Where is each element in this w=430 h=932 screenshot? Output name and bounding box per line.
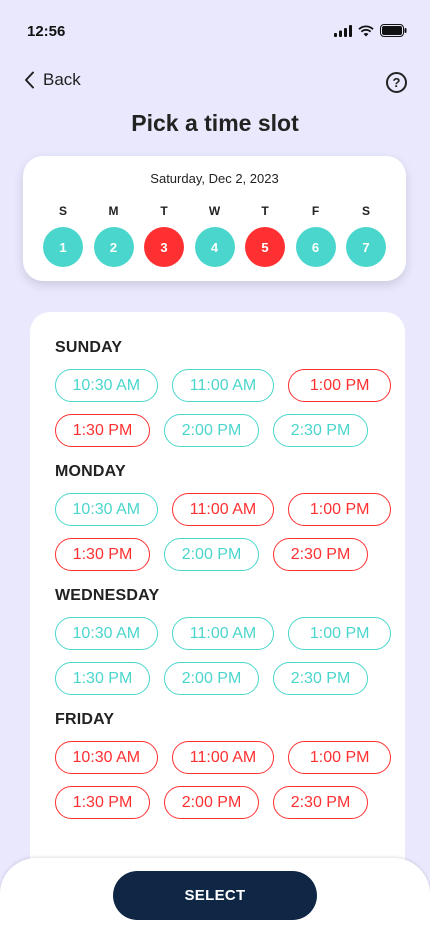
day-column: W4 [194, 204, 235, 267]
day-letter: T [160, 204, 168, 218]
help-icon[interactable]: ? [386, 72, 407, 93]
day-button-3[interactable]: 3 [144, 227, 184, 267]
time-slot-button[interactable]: 11:00 AM [171, 369, 275, 402]
page-title: Pick a time slot [131, 110, 299, 136]
day-letter: W [208, 204, 221, 218]
time-slot-button[interactable]: 1:30 PM [55, 414, 150, 447]
slot-row: 10:30 AM 11:00 AM 1:00 PM [55, 741, 405, 774]
day-column: T5 [245, 204, 285, 267]
battery-icon [380, 24, 407, 37]
slot-row: 10:30 AM 11:00 AM 1:00 PM [55, 493, 405, 526]
day-heading: WEDNESDAY [55, 587, 160, 604]
slot-row: 1:30 PM 2:00 PM 2:30 PM [55, 414, 405, 447]
time-slot-button[interactable]: 2:30 PM [273, 662, 368, 695]
status-icons [334, 24, 407, 37]
time-slot-button[interactable]: 1:00 PM [288, 741, 392, 774]
time-slot-button[interactable]: 11:00 AM [171, 493, 275, 526]
day-letter: S [58, 204, 67, 218]
week-strip: S1M2T3W4T5F6S7 [43, 204, 386, 267]
day-letter: F [311, 204, 320, 218]
day-letter: M [108, 204, 119, 218]
day-button-6[interactable]: 6 [295, 227, 336, 267]
time-slot-button[interactable]: 11:00 AM [171, 617, 275, 650]
time-slot-button[interactable]: 10:30 AM [55, 617, 158, 650]
time-slot-button[interactable]: 2:00 PM [164, 662, 259, 695]
time-slot-button[interactable]: 2:00 PM [164, 538, 259, 571]
slot-row: 10:30 AM 11:00 AM 1:00 PM [55, 617, 405, 650]
time-slot-button[interactable]: 10:30 AM [55, 493, 158, 526]
time-slot-button[interactable]: 2:30 PM [273, 538, 368, 571]
time-slots-card: SUNDAY 10:30 AM 11:00 AM 1:00 PM 1:30 PM 2:00… [30, 312, 405, 932]
time-slot-button[interactable]: 2:30 PM [273, 786, 368, 819]
day-column: M2 [93, 204, 134, 267]
select-button[interactable]: SELECT [113, 871, 317, 920]
day-heading: SUNDAY [55, 339, 123, 356]
day-slot-group: WEDNESDAY 10:30 AM 11:00 AM 1:00 PM 1:30 PM 2… [55, 587, 405, 695]
status-bar: 12:56 [0, 0, 430, 62]
time-slot-button[interactable]: 1:00 PM [288, 369, 392, 402]
day-button-7[interactable]: 7 [346, 227, 386, 267]
time-slot-button[interactable]: 2:00 PM [164, 786, 259, 819]
day-button-4[interactable]: 4 [194, 227, 235, 267]
time-slot-button[interactable]: 1:30 PM [55, 538, 150, 571]
back-label: Back [43, 70, 81, 89]
day-slot-group: SUNDAY 10:30 AM 11:00 AM 1:00 PM 1:30 PM 2:00… [55, 339, 405, 447]
day-button-1[interactable]: 1 [43, 227, 83, 267]
day-column: S1 [43, 204, 83, 267]
day-letter: S [361, 204, 370, 218]
day-column: T3 [144, 204, 184, 267]
day-button-2[interactable]: 2 [93, 227, 134, 267]
signal-icon [334, 24, 352, 37]
time-slot-button[interactable]: 10:30 AM [55, 369, 158, 402]
day-button-5[interactable]: 5 [245, 227, 285, 267]
slot-row: 10:30 AM 11:00 AM 1:00 PM [55, 369, 405, 402]
day-slot-group: MONDAY 10:30 AM 11:00 AM 1:00 PM 1:30 PM 2:00… [55, 463, 405, 571]
slot-row: 1:30 PM 2:00 PM 2:30 PM [55, 662, 405, 695]
day-column: S7 [346, 204, 386, 267]
back-button[interactable]: Back [24, 70, 81, 90]
bottom-action-bar: SELECT [0, 858, 430, 932]
day-heading: MONDAY [55, 463, 126, 480]
time-slot-button[interactable]: 1:00 PM [288, 617, 392, 650]
time-slot-button[interactable]: 1:00 PM [288, 493, 392, 526]
time-slot-button[interactable]: 11:00 AM [171, 741, 275, 774]
slot-row: 1:30 PM 2:00 PM 2:30 PM [55, 538, 405, 571]
selected-date-label: Saturday, Dec 2, 2023 [150, 171, 279, 186]
status-time: 12:56 [27, 23, 66, 40]
time-slot-button[interactable]: 1:30 PM [55, 786, 150, 819]
date-picker-card: Saturday, Dec 2, 2023 S1M2T3W4T5F6S7 [23, 156, 406, 281]
day-slot-group: FRIDAY 10:30 AM 11:00 AM 1:00 PM 1:30 PM 2:00… [55, 711, 405, 819]
time-slot-button[interactable]: 2:30 PM [273, 414, 368, 447]
day-heading: FRIDAY [55, 711, 115, 728]
time-slot-button[interactable]: 10:30 AM [55, 741, 158, 774]
time-slot-button[interactable]: 1:30 PM [55, 662, 150, 695]
time-slot-button[interactable]: 2:00 PM [164, 414, 259, 447]
day-column: F6 [295, 204, 336, 267]
top-nav: Back ? [0, 66, 430, 100]
day-letter: T [261, 204, 269, 218]
chevron-left-icon [25, 71, 34, 89]
slot-row: 1:30 PM 2:00 PM 2:30 PM [55, 786, 405, 819]
wifi-icon [358, 24, 374, 36]
